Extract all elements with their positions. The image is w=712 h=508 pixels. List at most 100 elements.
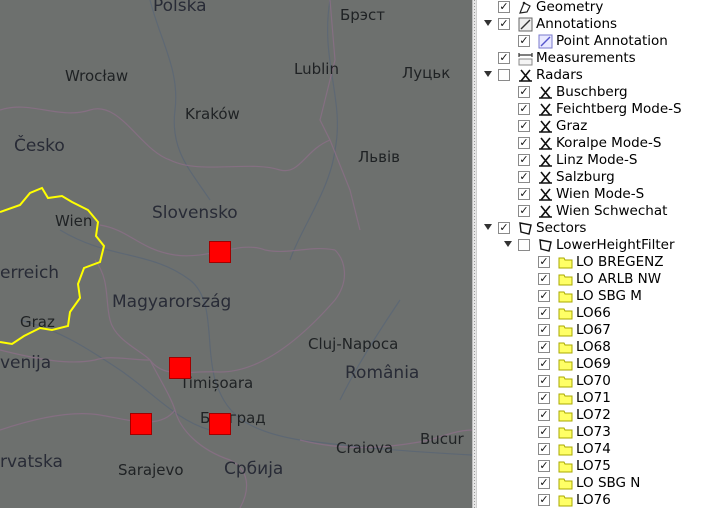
layer-label: LO66 [576, 305, 611, 321]
layer-checkbox[interactable]: ✓ [538, 460, 550, 472]
layer-checkbox[interactable]: ✓ [538, 290, 550, 302]
layer-label: Point Annotation [556, 33, 668, 49]
layer-label: LO68 [576, 339, 611, 355]
tree-row[interactable]: ✓ Point Annotation [477, 33, 712, 50]
tree-row[interactable]: ✓ Geometry [477, 0, 712, 16]
layer-label: LO67 [576, 322, 611, 338]
layer-checkbox[interactable]: ✓ [538, 341, 550, 353]
layer-label: LO76 [576, 492, 611, 508]
layer-checkbox[interactable]: ✓ [518, 137, 530, 149]
layer-checkbox[interactable]: ✓ [538, 409, 550, 421]
expand-arrow-icon[interactable] [484, 71, 492, 77]
layer-checkbox[interactable]: ✓ [538, 392, 550, 404]
map-label: Lublin [294, 60, 339, 78]
layer-label: LO74 [576, 441, 611, 457]
tree-row[interactable]: ✓ LO BREGENZ [477, 254, 712, 271]
radar-marker[interactable] [209, 241, 231, 263]
map-view[interactable]: Polska Брэст Wrocław Lublin Луцьк Kraków… [0, 0, 472, 508]
layer-label: Linz Mode-S [556, 152, 638, 168]
map-label: Graz [20, 313, 55, 331]
map-label: Wien [55, 212, 93, 230]
expand-arrow-icon[interactable] [484, 224, 492, 230]
tree-row[interactable]: ✓ Koralpe Mode-S [477, 135, 712, 152]
map-label: România [345, 363, 420, 383]
tree-row[interactable]: ✓ LO73 [477, 424, 712, 441]
layer-label: LO SBG M [576, 288, 642, 304]
tree-row[interactable]: LowerHeightFilter [477, 237, 712, 254]
layer-checkbox[interactable]: ✓ [518, 35, 530, 47]
layer-label: LO75 [576, 458, 611, 474]
tree-row[interactable]: ✓ Sectors [477, 220, 712, 237]
layer-checkbox[interactable]: ✓ [538, 443, 550, 455]
layer-checkbox[interactable]: ✓ [518, 154, 530, 166]
folder-icon [558, 323, 573, 338]
layer-checkbox[interactable]: ✓ [498, 1, 510, 13]
layer-checkbox[interactable] [518, 239, 530, 251]
layer-checkbox[interactable]: ✓ [518, 188, 530, 200]
tree-row[interactable]: ✓ LO SBG M [477, 288, 712, 305]
layer-checkbox[interactable]: ✓ [538, 426, 550, 438]
measurement-icon [518, 51, 533, 66]
tree-row[interactable]: ✓ Measurements [477, 50, 712, 67]
tree-row[interactable]: ✓ Wien Mode-S [477, 186, 712, 203]
tree-row[interactable]: ✓ Graz [477, 118, 712, 135]
tree-row[interactable]: ✓ LO SBG N [477, 475, 712, 492]
tree-row[interactable]: ✓ Feichtberg Mode-S [477, 101, 712, 118]
layer-checkbox[interactable]: ✓ [538, 358, 550, 370]
layer-label: LO SBG N [576, 475, 641, 491]
layer-checkbox[interactable]: ✓ [538, 256, 550, 268]
radar-marker[interactable] [130, 413, 152, 435]
tree-row[interactable]: Radars [477, 67, 712, 84]
tree-row[interactable]: ✓ Annotations [477, 16, 712, 33]
radar-icon [538, 204, 553, 219]
tree-row[interactable]: ✓ LO ARLB NW [477, 271, 712, 288]
map-label: venija [0, 353, 52, 373]
layer-checkbox[interactable]: ✓ [538, 273, 550, 285]
layer-checkbox[interactable] [498, 69, 510, 81]
layer-checkbox[interactable]: ✓ [518, 171, 530, 183]
folder-icon [558, 255, 573, 270]
radar-marker[interactable] [169, 357, 191, 379]
layer-checkbox[interactable]: ✓ [518, 120, 530, 132]
layer-label: LO72 [576, 407, 611, 423]
radar-icon [538, 85, 553, 100]
layer-checkbox[interactable]: ✓ [538, 375, 550, 387]
folder-icon [558, 476, 573, 491]
layer-checkbox[interactable]: ✓ [498, 52, 510, 64]
layer-checkbox[interactable]: ✓ [538, 494, 550, 506]
layer-checkbox[interactable]: ✓ [538, 477, 550, 489]
tree-row[interactable]: ✓ LO74 [477, 441, 712, 458]
layer-checkbox[interactable]: ✓ [498, 222, 510, 234]
expand-arrow-icon[interactable] [484, 20, 492, 26]
layer-checkbox[interactable]: ✓ [498, 18, 510, 30]
layer-checkbox[interactable]: ✓ [518, 103, 530, 115]
tree-row[interactable]: ✓ LO70 [477, 373, 712, 390]
layer-checkbox[interactable]: ✓ [538, 324, 550, 336]
expand-arrow-icon[interactable] [504, 241, 512, 247]
tree-row[interactable]: ✓ LO67 [477, 322, 712, 339]
map-label: Луцьк [402, 64, 451, 82]
layer-label: LO71 [576, 390, 611, 406]
radar-marker[interactable] [209, 413, 231, 435]
tree-row[interactable]: ✓ LO71 [477, 390, 712, 407]
layer-tree[interactable]: ✓ Geometry ✓ Annotations ✓ Point Annotation ✓ M… [477, 0, 712, 508]
layer-label: LowerHeightFilter [556, 237, 675, 253]
tree-row[interactable]: ✓ LO75 [477, 458, 712, 475]
layer-checkbox[interactable]: ✓ [518, 205, 530, 217]
map-label: Брэст [340, 6, 386, 24]
tree-row[interactable]: ✓ Linz Mode-S [477, 152, 712, 169]
tree-row[interactable]: ✓ LO69 [477, 356, 712, 373]
tree-row[interactable]: ✓ LO76 [477, 492, 712, 508]
tree-row[interactable]: ✓ LO72 [477, 407, 712, 424]
tree-row[interactable]: ✓ Salzburg [477, 169, 712, 186]
tree-row[interactable]: ✓ Wien Schwechat [477, 203, 712, 220]
layer-checkbox[interactable]: ✓ [518, 86, 530, 98]
tree-row[interactable]: ✓ LO66 [477, 305, 712, 322]
layer-checkbox[interactable]: ✓ [538, 307, 550, 319]
map-label: Polska [153, 0, 207, 16]
tree-row[interactable]: ✓ LO68 [477, 339, 712, 356]
tree-row[interactable]: ✓ Buschberg [477, 84, 712, 101]
folder-icon [558, 272, 573, 287]
radar-icon [538, 119, 553, 134]
map-label: Kraków [185, 105, 240, 123]
